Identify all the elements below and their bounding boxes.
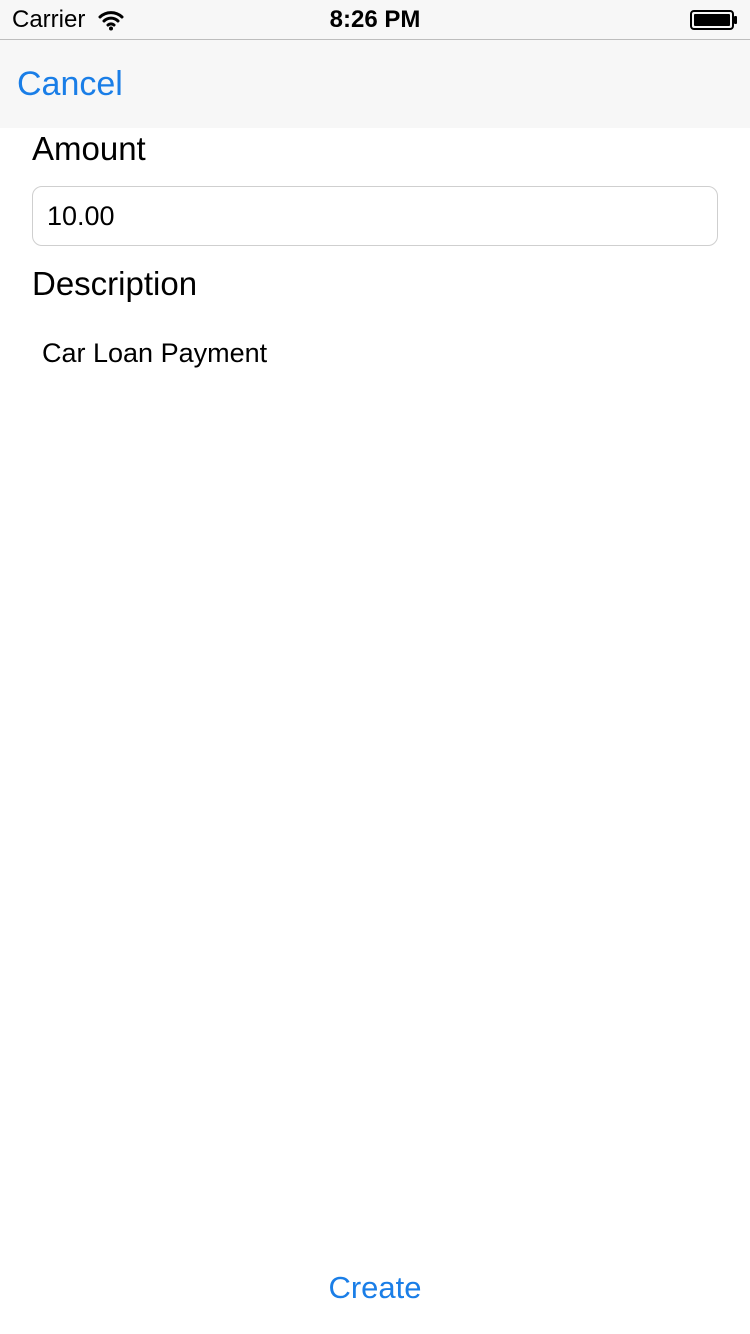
status-time: 8:26 PM — [329, 6, 421, 33]
amount-label: Amount — [32, 130, 146, 167]
create-button[interactable]: Create — [0, 1268, 750, 1308]
navigation-bar: Cancel — [0, 40, 750, 128]
description-text-area[interactable]: Car Loan Payment — [42, 336, 718, 1176]
status-bar: Carrier 8:26 PM — [0, 0, 750, 40]
battery-icon — [690, 10, 738, 30]
description-label: Description — [32, 265, 198, 302]
amount-input[interactable] — [32, 186, 718, 246]
cancel-button[interactable]: Cancel — [17, 64, 123, 104]
